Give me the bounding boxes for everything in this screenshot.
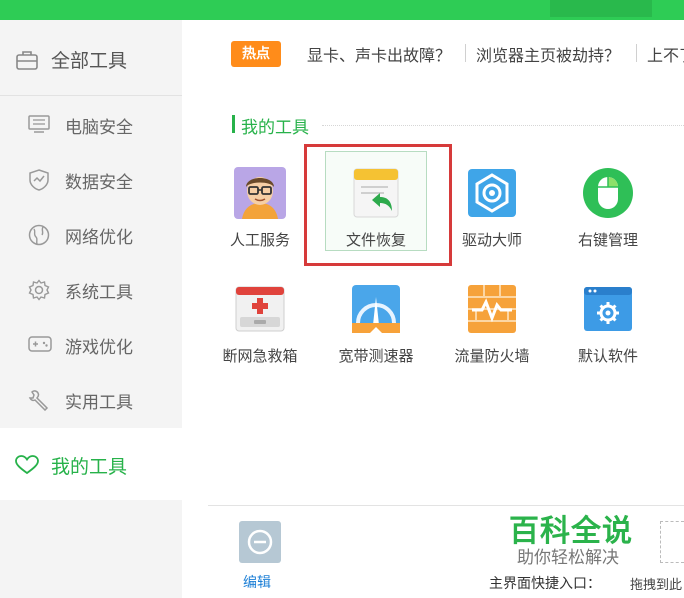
- sidebar-item-label: 电脑安全: [65, 118, 133, 138]
- sidebar-item-data-security[interactable]: 数据安全: [0, 152, 182, 207]
- tool-right-click-manager[interactable]: 右键管理: [558, 151, 658, 261]
- toolbox-icon: [16, 50, 38, 74]
- sidebar-item-network-optimize[interactable]: 网络优化: [0, 207, 182, 262]
- shield-icon: [28, 169, 50, 195]
- sidebar-item-my-tools[interactable]: 我的工具: [0, 428, 182, 500]
- drag-target[interactable]: [660, 521, 684, 563]
- watermark-subtitle: 助你轻松解决: [517, 548, 619, 568]
- divider: [636, 44, 637, 62]
- tool-broadband-speed[interactable]: 宽带测速器: [326, 267, 426, 377]
- sidebar-item-label: 游戏优化: [65, 338, 133, 358]
- wrench-icon: [28, 389, 50, 415]
- tool-label: 驱动大师: [461, 231, 522, 249]
- speedometer-icon: [350, 283, 402, 335]
- sidebar-item-pc-security[interactable]: 电脑安全: [0, 97, 182, 152]
- gear-icon: [28, 279, 50, 305]
- monitor-icon: [28, 114, 50, 138]
- file-restore-icon: [350, 167, 402, 219]
- tool-driver-master[interactable]: 驱动大师: [442, 151, 542, 261]
- tool-default-software[interactable]: 默认软件: [558, 267, 658, 377]
- hot-badge: 热点: [231, 41, 281, 67]
- sidebar-item-system-tools[interactable]: 系统工具: [0, 262, 182, 317]
- tool-label: 右键管理: [577, 231, 638, 249]
- hot-link[interactable]: 显卡、声卡出故障？: [307, 42, 451, 66]
- edit-button[interactable]: [239, 521, 281, 563]
- minus-circle-icon: [247, 529, 273, 555]
- hot-link[interactable]: 上不了: [647, 42, 684, 66]
- sidebar-header-all-tools[interactable]: 全部工具: [0, 20, 182, 96]
- tool-label: 宽带测速器: [338, 347, 414, 365]
- sidebar-item-label: 系统工具: [65, 283, 133, 303]
- mouse-icon: [582, 167, 634, 219]
- tool-human-service[interactable]: 人工服务: [210, 151, 310, 261]
- sidebar-item-label: 数据安全: [65, 173, 133, 193]
- divider: [465, 44, 466, 62]
- drag-hint: 拖拽到此: [630, 578, 683, 593]
- sidebar-item-game-optimize[interactable]: 游戏优化: [0, 317, 182, 372]
- default-software-icon: [582, 283, 634, 335]
- globe-icon: [28, 224, 50, 250]
- sidebar-item-utility-tools[interactable]: 实用工具: [0, 372, 182, 427]
- sidebar-header-label: 全部工具: [51, 50, 128, 72]
- edit-link[interactable]: 编辑: [243, 572, 271, 592]
- section-accent-bar: [232, 115, 235, 133]
- person-glasses-icon: [234, 167, 286, 219]
- section-title: 我的工具: [241, 118, 309, 138]
- first-aid-kit-icon: [234, 283, 286, 335]
- section-divider: [322, 125, 684, 126]
- sidebar-active-label: 我的工具: [51, 456, 128, 478]
- tool-traffic-firewall[interactable]: 流量防火墙: [442, 267, 542, 377]
- tool-file-restore[interactable]: 文件恢复: [326, 151, 426, 261]
- tool-label: 人工服务: [229, 231, 290, 249]
- hot-link[interactable]: 浏览器主页被劫持？: [476, 42, 620, 66]
- firewall-icon: [466, 283, 518, 335]
- driver-gear-icon: [466, 167, 518, 219]
- heart-icon: [15, 455, 39, 479]
- shortcut-label: 主界面快捷入口：: [489, 576, 601, 592]
- tool-label: 文件恢复: [345, 231, 406, 249]
- tool-label: 默认软件: [577, 347, 638, 365]
- sidebar-item-label: 网络优化: [65, 228, 133, 248]
- gamepad-icon: [28, 334, 52, 358]
- tool-label: 断网急救箱: [222, 347, 298, 365]
- top-bar-tab[interactable]: [550, 0, 652, 17]
- sidebar-item-label: 实用工具: [65, 393, 133, 413]
- tool-network-first-aid[interactable]: 断网急救箱: [210, 267, 310, 377]
- tool-label: 流量防火墙: [454, 347, 530, 365]
